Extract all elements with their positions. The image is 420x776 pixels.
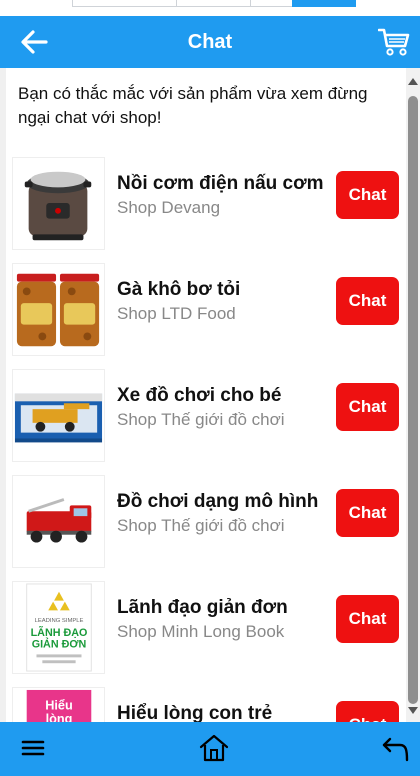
product-name: Hiểu lòng con trẻ [117,703,273,722]
product-image: LEADING SIMPLE LÃNH ĐẠO GIẢN ĐƠN [12,581,105,674]
book-cover-title-2: lòng [46,711,73,722]
product-image: Hiểu lòng [12,687,105,722]
intro-text: Bạn có thắc mắc với sản phẩm vừa xem đừn… [18,84,368,127]
chat-button[interactable]: Chat [336,595,399,643]
cart-button[interactable] [377,27,410,57]
scroll-up-arrow-icon[interactable] [408,78,418,85]
product-name: Xe đồ chơi cho bé [117,385,282,406]
home-button[interactable] [198,733,230,763]
chat-button[interactable]: Chat [336,277,399,325]
home-icon [199,734,229,762]
cart-icon [377,28,410,56]
product-image [12,475,105,568]
list-item[interactable]: Hiểu lòng Hiểu lòng con trẻ Chat [6,676,406,722]
chat-shop-list: Bạn có thắc mắc với sản phẩm vừa xem đừn… [6,68,406,722]
product-name: Đồ chơi dạng mô hình [117,491,319,512]
scroll-down-arrow-icon[interactable] [408,707,418,714]
bottom-nav [0,722,420,776]
scrollbar[interactable] [406,68,420,722]
book-cover-title-2: GIẢN ĐƠN [32,638,87,651]
shop-name: Shop Thế giới đồ chơi [117,516,285,535]
shop-name: Shop LTD Food [117,304,236,323]
shop-name: Shop Minh Long Book [117,622,285,641]
product-image [12,263,105,356]
product-name: Nồi cơm điện nấu cơm [117,173,324,194]
list-item[interactable]: Đồ chơi dạng mô hình Shop Thế giới đồ ch… [6,464,406,571]
chat-button[interactable]: Chat [336,383,399,431]
product-image [12,157,105,250]
menu-icon [21,740,45,756]
list-item[interactable]: LEADING SIMPLE LÃNH ĐẠO GIẢN ĐƠN Lãnh đạ… [6,570,406,677]
shop-name: Shop Thế giới đồ chơi [117,410,285,429]
product-name: Lãnh đạo giản đơn [117,597,288,618]
list-item[interactable]: Nồi cơm điện nấu cơm Shop Devang Chat [6,146,406,253]
list-item[interactable]: Xe đồ chơi cho bé Shop Thế giới đồ chơi … [6,358,406,465]
top-segment [72,0,178,7]
chat-button[interactable]: Chat [336,489,399,537]
top-segment [176,0,252,7]
product-image [12,369,105,462]
reply-button[interactable] [380,733,412,763]
book-cover-tagline: LEADING SIMPLE [35,618,84,624]
page-title: Chat [187,31,233,53]
list-item[interactable]: Gà khô bơ tỏi Shop LTD Food Chat [6,252,406,359]
product-name: Gà khô bơ tỏi [117,279,241,300]
chat-button[interactable]: Chat [336,171,399,219]
reply-icon [382,737,409,762]
top-segment-active [292,0,356,7]
menu-button[interactable] [18,733,50,763]
browser-top-strip [0,0,420,16]
app-header: Chat [0,16,420,68]
top-segment [250,0,294,7]
chat-button[interactable]: Chat [336,701,399,722]
shop-name: Shop Devang [117,198,221,217]
scrollbar-thumb[interactable] [408,96,418,704]
book-cover-title-1: LÃNH ĐẠO [31,626,88,639]
